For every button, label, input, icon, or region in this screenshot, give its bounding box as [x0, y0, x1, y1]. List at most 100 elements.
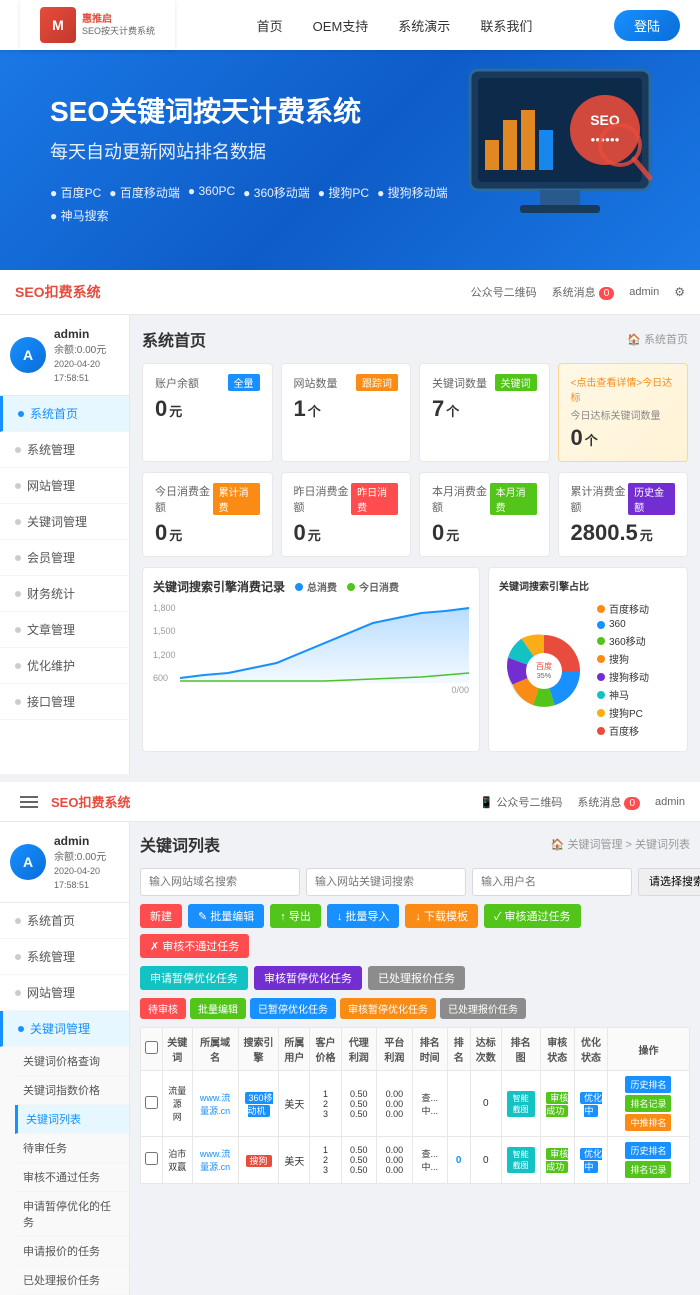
line-chart-svg — [180, 603, 469, 683]
menu-demo[interactable]: 系统演示 — [398, 16, 450, 35]
platform-cell-2: 0.000.000.00 — [377, 1137, 413, 1184]
kw-list[interactable]: 关键词列表 — [15, 1105, 129, 1134]
btn-approve-pause[interactable]: 审核暂停优化任务 — [254, 966, 362, 990]
x-label: 0/00 — [153, 685, 469, 695]
opt-badge-1: 优化中 — [580, 1092, 602, 1117]
filter-audit-pause[interactable]: 审核暂停优化任务 — [340, 998, 436, 1019]
notice-label[interactable]: 系统消息 0 — [552, 284, 615, 300]
dash-logo-1: SEO扣费系统 — [15, 282, 101, 302]
line-chart-card: 关键词搜索引擎消费记录 总消费 今日消费 1,8001,5001,200600 — [142, 567, 480, 752]
table-row: 泊市双赢 www.流量源.cn 搜狗 美天 123 0.500.500.50 0… — [141, 1137, 690, 1184]
mid-rank-btn-1[interactable]: 中推排名 — [625, 1114, 671, 1131]
domain-search-input[interactable] — [140, 868, 300, 896]
sidebar-item-kw[interactable]: 关键词管理 — [0, 504, 129, 540]
btn-pause-opt[interactable]: 申请暂停优化任务 — [140, 966, 248, 990]
rank-record-btn-2[interactable]: 排名记录 — [625, 1161, 671, 1178]
stat-sites: 网站数量 跟踪词 1个 — [281, 363, 412, 462]
sidebar-menu-1: 系统首页 系统管理 网站管理 关键词管理 会员管理 财务统计 文章管理 优化维护… — [0, 396, 129, 720]
sidebar-item-opt[interactable]: 优化维护 — [0, 648, 129, 684]
btn-download-template[interactable]: ↓ 下载模板 — [405, 904, 478, 928]
hamburger-menu[interactable] — [15, 791, 43, 813]
ops-cell-1: 历史排名 排名记录 中推排名 — [607, 1071, 689, 1137]
sidebar-item-sys[interactable]: 系统管理 — [0, 432, 129, 468]
rank-record-btn-1[interactable]: 排名记录 — [625, 1095, 671, 1112]
bullet-5: 搜狗移动端 — [377, 184, 448, 201]
btn-processed-quote[interactable]: 已处理报价任务 — [368, 966, 465, 990]
sidebar-item-site[interactable]: 网站管理 — [0, 468, 129, 504]
kw-processed[interactable]: 已处理报价任务 — [15, 1266, 129, 1295]
chart-cell-2: 智能截图 — [501, 1137, 540, 1184]
page-title-1: 系统首页 — [142, 327, 206, 351]
kw-cell-2: 泊市双赢 — [163, 1137, 193, 1184]
legend-today: 今日消费 — [347, 579, 399, 594]
filter-done-quote[interactable]: 已处理报价任务 — [440, 998, 526, 1019]
btn-reject[interactable]: ✗ 审核不通过任务 — [140, 934, 249, 958]
notice-label-2[interactable]: 系统消息 0 — [577, 794, 640, 810]
btn-approve[interactable]: ✓ 审核通过任务 — [484, 904, 581, 928]
btn-export[interactable]: ↑ 导出 — [270, 904, 321, 928]
sidebar-item-finance[interactable]: 财务统计 — [0, 576, 129, 612]
qr-label-2[interactable]: 📱 公众号二维码 — [480, 794, 563, 810]
menu-home[interactable]: 首页 — [257, 16, 283, 35]
kw-pause[interactable]: 申请暂停优化的任务 — [15, 1192, 129, 1237]
filter-batch[interactable]: 批量编辑 — [190, 998, 246, 1019]
keyword-search-input[interactable] — [306, 868, 466, 896]
settings-icon[interactable]: ⚙ — [674, 285, 685, 299]
chart-area: 1,8001,5001,200600 — [153, 603, 469, 683]
agent-cell-1: 0.500.500.50 — [341, 1071, 377, 1137]
screenshot-btn-2[interactable]: 智能截图 — [507, 1147, 535, 1173]
filter-paused[interactable]: 已暂停优化任务 — [250, 998, 336, 1019]
user-info-1: admin 余额:0.00元 2020-04-20 17:58:51 — [54, 325, 119, 385]
stat-special-value: 0个 — [571, 425, 676, 451]
th-kw: 关键词 — [163, 1028, 193, 1071]
kw-sidebar-site[interactable]: 网站管理 — [0, 975, 129, 1011]
btn-batch-import[interactable]: ↓ 批量导入 — [327, 904, 400, 928]
menu-contact[interactable]: 联系我们 — [480, 16, 532, 35]
dashboard-1: SEO扣费系统 公众号二维码 系统消息 0 admin ⚙ A admin 余额… — [0, 270, 700, 774]
th-platform-profit: 平台利润 — [377, 1028, 413, 1071]
dash-header-1: SEO扣费系统 公众号二维码 系统消息 0 admin ⚙ — [0, 270, 700, 315]
user-cell-1: 美天 — [279, 1071, 310, 1137]
qr-label[interactable]: 公众号二维码 — [471, 284, 537, 300]
domain-link-1[interactable]: www.流量源.cn — [200, 1093, 231, 1116]
bullet-2: 360PC — [188, 184, 235, 201]
kw-breadcrumb: 🏠 关键词管理 > 关键词列表 — [551, 836, 690, 852]
kw-sidebar-sys[interactable]: 系统管理 — [0, 939, 129, 975]
filter-pending[interactable]: 待审核 — [140, 998, 186, 1019]
logo-subtext: 惠推启 SEO按天计费系统 — [82, 13, 155, 38]
kw-page-title: 关键词列表 — [140, 832, 220, 856]
kw-quote[interactable]: 申请报价的任务 — [15, 1237, 129, 1266]
kw-cell-1: 流量源网 — [163, 1071, 193, 1137]
top-navigation: M 惠推启 SEO按天计费系统 首页 OEM支持 系统演示 联系我们 登陆 — [0, 0, 700, 50]
menu-oem[interactable]: OEM支持 — [313, 16, 369, 35]
sidebar-menu-2: 系统首页 系统管理 网站管理 关键词管理 关键词价格查询 关键词指数价格 关键词… — [0, 903, 129, 1295]
login-button[interactable]: 登陆 — [614, 10, 680, 41]
kw-rejected[interactable]: 审核不通过任务 — [15, 1163, 129, 1192]
kw-sub-menu: 关键词价格查询 关键词指数价格 关键词列表 待审任务 审核不通过任务 申请暂停优… — [0, 1047, 129, 1295]
user-search-input[interactable] — [472, 868, 632, 896]
bullet-3: 360移动端 — [243, 184, 310, 201]
btn-new[interactable]: 新建 — [140, 904, 182, 928]
user-panel-2: A admin 余额:0.00元 2020-04-20 17:58:51 — [0, 822, 129, 903]
kw-index-price[interactable]: 关键词指数价格 — [15, 1076, 129, 1105]
row-checkbox-1[interactable] — [145, 1096, 158, 1109]
sidebar-item-member[interactable]: 会员管理 — [0, 540, 129, 576]
btn-batch-edit[interactable]: ✎ 批量编辑 — [188, 904, 264, 928]
logo-area: M 惠推启 SEO按天计费系统 — [20, 0, 175, 50]
history-rank-btn-2[interactable]: 历史排名 — [625, 1142, 671, 1159]
domain-link-2[interactable]: www.流量源.cn — [200, 1149, 231, 1172]
sidebar-item-home[interactable]: 系统首页 — [0, 396, 129, 432]
kw-price[interactable]: 关键词价格查询 — [15, 1047, 129, 1076]
sidebar-item-api[interactable]: 接口管理 — [0, 684, 129, 720]
screenshot-btn-1[interactable]: 智能截图 — [507, 1091, 535, 1117]
th-reach: 达标次数 — [470, 1028, 501, 1071]
sidebar-layout-2: A admin 余额:0.00元 2020-04-20 17:58:51 系统首… — [0, 822, 700, 1295]
engine-select[interactable]: 请选择搜索引擎 — [638, 868, 700, 896]
kw-pending[interactable]: 待审任务 — [15, 1134, 129, 1163]
sidebar-item-article[interactable]: 文章管理 — [0, 612, 129, 648]
kw-sidebar-kw[interactable]: 关键词管理 — [0, 1011, 129, 1047]
kw-sidebar-home[interactable]: 系统首页 — [0, 903, 129, 939]
select-all-checkbox[interactable] — [145, 1041, 158, 1054]
row-checkbox-2[interactable] — [145, 1152, 158, 1165]
history-rank-btn-1[interactable]: 历史排名 — [625, 1076, 671, 1093]
